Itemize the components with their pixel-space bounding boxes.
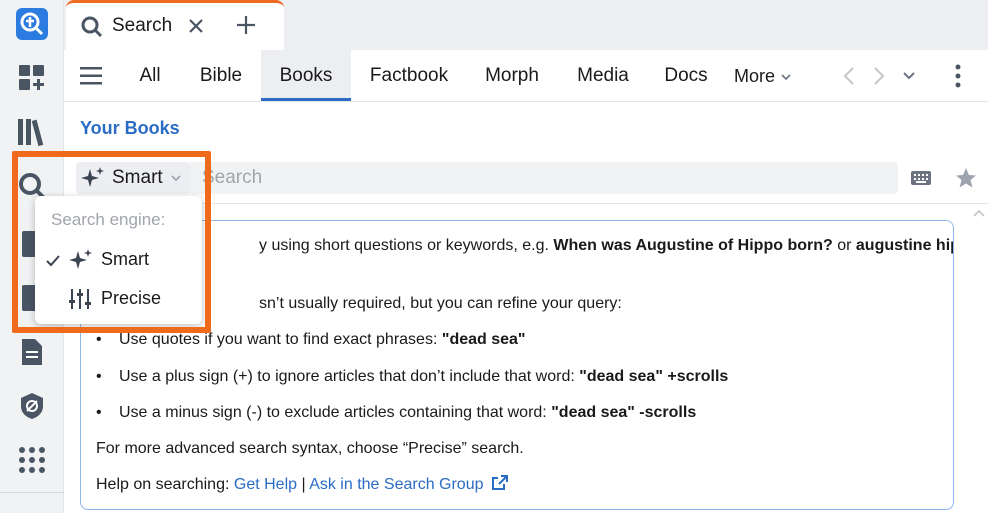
chevron-down-icon xyxy=(781,74,791,81)
tab-media[interactable]: Media xyxy=(570,50,636,101)
chevron-right-icon[interactable] xyxy=(872,66,886,86)
bullet-1-example: "dead sea" xyxy=(441,331,526,348)
bullet-2-text: Use a plus sign (+) to ignore articles t… xyxy=(119,368,575,385)
kebab-menu-icon[interactable] xyxy=(954,64,962,88)
tab-strip: Search xyxy=(64,0,988,50)
help-line-2: sn’t usually required, but you can refin… xyxy=(259,295,622,312)
sparkle-icon xyxy=(69,249,92,269)
tab-title: Search xyxy=(112,15,173,36)
close-icon[interactable] xyxy=(186,16,206,36)
bullet-2-example: "dead sea" +scrolls xyxy=(579,368,729,385)
more-menu[interactable]: More xyxy=(734,50,796,101)
menu-item-smart-label: Smart xyxy=(101,249,150,269)
sparkle-icon xyxy=(81,167,104,187)
get-help-link[interactable]: Get Help xyxy=(234,476,297,493)
bullet-3-example: "dead sea" -scrolls xyxy=(551,404,697,421)
search-engine-button[interactable]: Smart xyxy=(76,162,190,194)
apps-grid-icon[interactable] xyxy=(14,442,50,478)
menu-header: Search engine: xyxy=(51,210,166,229)
bullet-marker: • xyxy=(96,368,102,385)
menu-item-precise-label: Precise xyxy=(101,288,162,308)
shield-icon[interactable] xyxy=(14,388,50,424)
tab-all[interactable]: All xyxy=(130,50,170,101)
bullet-marker: • xyxy=(96,331,102,348)
help-prefix: Help on searching: xyxy=(96,476,230,493)
bullet-3-text: Use a minus sign (-) to exclude articles… xyxy=(119,404,547,421)
help-bullet-1: Use quotes if you want to find exact phr… xyxy=(119,329,526,351)
tab-books[interactable]: Books xyxy=(261,50,351,101)
search-divider xyxy=(64,203,988,204)
plus-icon[interactable] xyxy=(234,13,258,37)
help-bullet-2: Use a plus sign (+) to ignore articles t… xyxy=(119,366,728,388)
tab-morph[interactable]: Morph xyxy=(478,50,546,101)
star-icon[interactable] xyxy=(954,166,978,190)
dashboard-icon[interactable] xyxy=(14,60,50,96)
checkmark-icon xyxy=(46,255,60,267)
rail-divider xyxy=(0,492,64,493)
link-separator: | xyxy=(301,476,306,493)
help-advanced: For more advanced search syntax, choose … xyxy=(96,440,524,457)
search-engine-menu: Search engine: Smart Precise xyxy=(35,196,202,324)
keyboard-icon[interactable] xyxy=(910,170,932,186)
bullet-1-text: Use quotes if you want to find exact phr… xyxy=(119,331,438,348)
tab-bible[interactable]: Bible xyxy=(192,50,250,101)
example-query-2: augustine hippo xyxy=(855,237,953,254)
document-icon[interactable] xyxy=(14,334,50,370)
menu-item-smart[interactable]: Smart xyxy=(35,242,202,278)
ask-search-group-link[interactable]: Ask in the Search Group xyxy=(309,476,483,493)
library-icon[interactable] xyxy=(14,114,50,150)
help-links-line: Help on searching: Get Help | Ask in the… xyxy=(96,474,508,496)
chevron-left-icon[interactable] xyxy=(842,66,856,86)
search-engine-label: Smart xyxy=(112,167,163,188)
example-query-1: When was Augustine of Hippo born? xyxy=(553,237,833,254)
app-logo-icon[interactable] xyxy=(14,6,50,42)
external-link-icon xyxy=(491,475,508,490)
hamburger-menu-icon[interactable] xyxy=(80,66,102,86)
help-bullet-3: Use a minus sign (-) to exclude articles… xyxy=(119,402,696,424)
help-line-1-or: or xyxy=(837,237,852,254)
bullet-marker: • xyxy=(96,404,102,421)
section-title: Your Books xyxy=(80,118,180,138)
search-icon xyxy=(81,16,103,38)
search-help-panel: y using short questions or keywords, e.g… xyxy=(80,220,954,510)
search-input[interactable] xyxy=(190,162,898,194)
tab-factbook[interactable]: Factbook xyxy=(364,50,454,101)
sliders-icon xyxy=(69,289,91,309)
help-line-1-text: y using short questions or keywords, e.g… xyxy=(259,237,549,254)
menu-item-precise[interactable]: Precise xyxy=(35,281,202,317)
search-type-nav: All Bible Books Factbook Morph Media Doc… xyxy=(64,50,988,102)
help-line-1: y using short questions or keywords, e.g… xyxy=(259,235,953,257)
tab-docs[interactable]: Docs xyxy=(660,50,712,101)
scroll-up-icon[interactable] xyxy=(972,208,986,218)
chevron-down-icon xyxy=(171,175,181,182)
chevron-down-icon[interactable] xyxy=(902,70,916,82)
more-label: More xyxy=(734,66,776,86)
